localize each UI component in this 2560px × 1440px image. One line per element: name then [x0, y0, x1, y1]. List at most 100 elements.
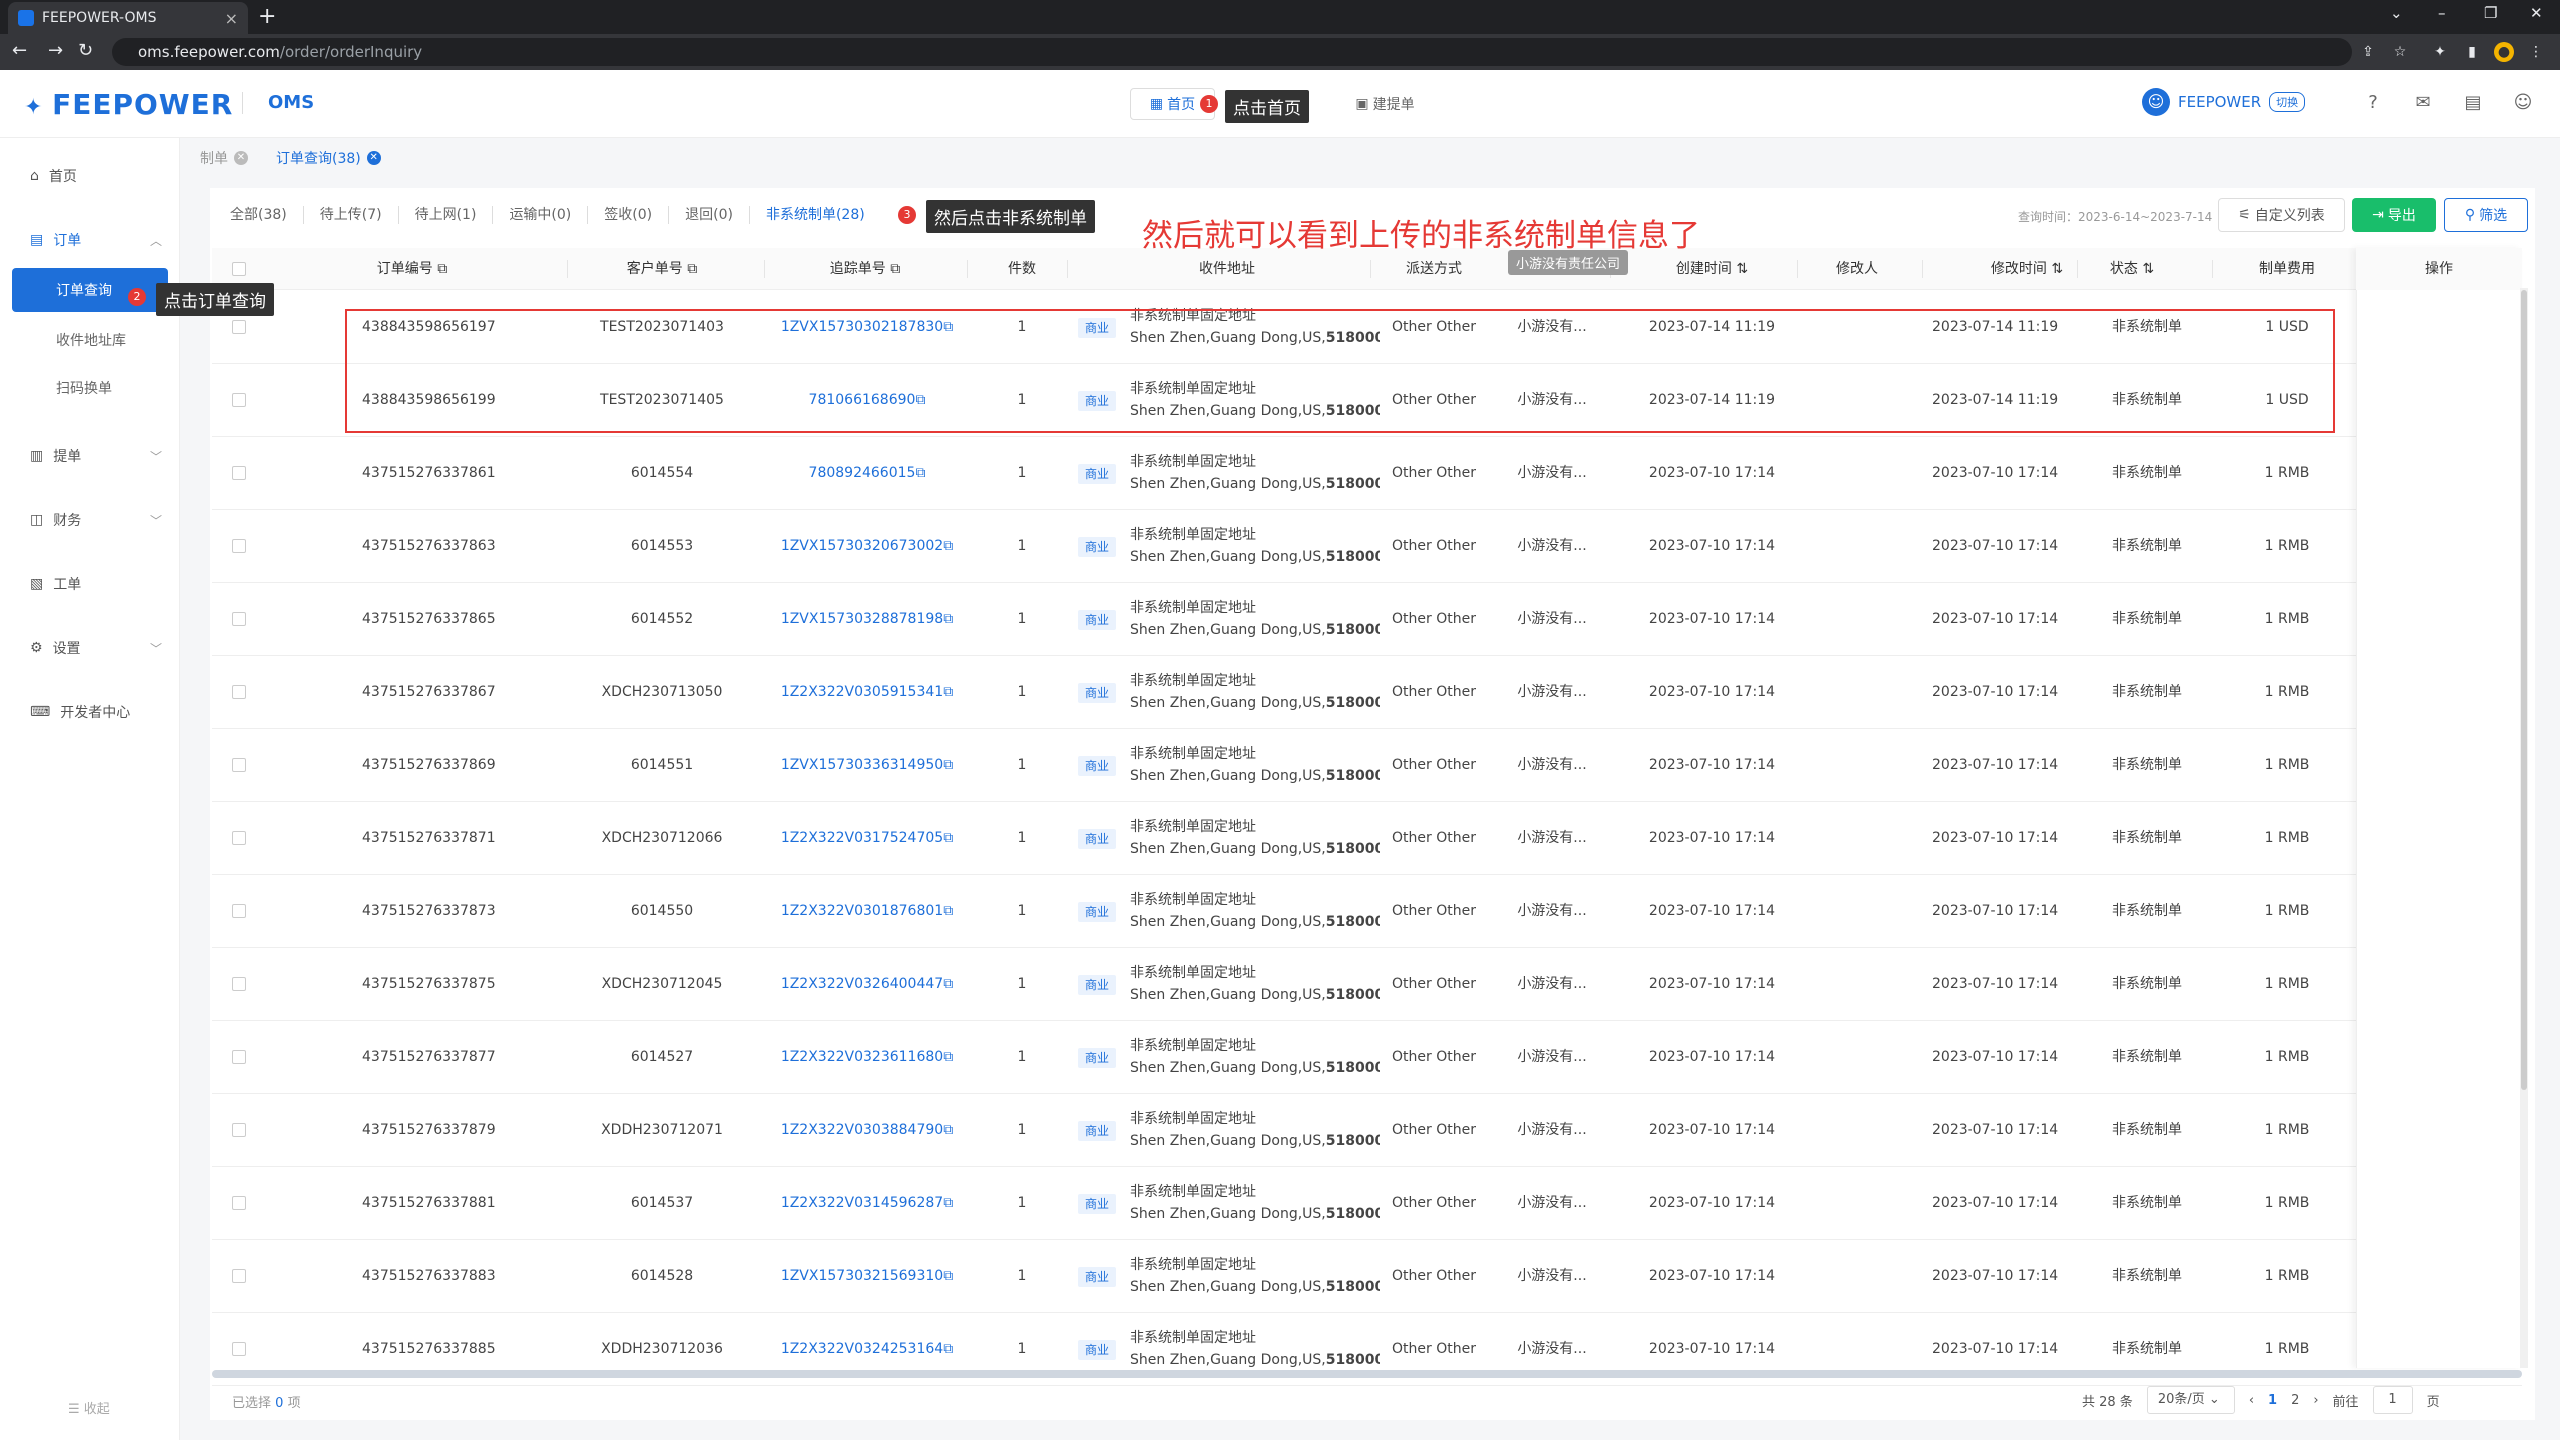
table-row[interactable]: 437515276337863 6014553 1ZVX15730320673002…	[212, 510, 2522, 583]
row-checkbox[interactable]	[232, 904, 246, 918]
forward-icon[interactable]: →	[48, 40, 63, 61]
minimize-icon[interactable]: –	[2438, 4, 2446, 22]
collapse-sidebar-button[interactable]: ☰ 收起	[68, 1398, 110, 1417]
profile-icon[interactable]: ●	[2494, 42, 2514, 62]
tracking-link[interactable]: 1Z2X322V0323611680⧉	[767, 1021, 967, 1094]
menu-icon[interactable]: ⋮	[2526, 42, 2546, 62]
creator[interactable]: 小游没有...	[1502, 875, 1602, 948]
row-checkbox[interactable]	[232, 685, 246, 699]
tracking-link[interactable]: 1ZVX15730320673002⧉	[767, 510, 967, 583]
row-checkbox[interactable]	[232, 831, 246, 845]
row-checkbox[interactable]	[232, 466, 246, 480]
header-create-bill-tab[interactable]: ▣ 建提单	[1340, 88, 1430, 120]
sidebar-item-workorder[interactable]: ▧ 工单	[0, 564, 180, 604]
breadcrumb-tab-inquiry[interactable]: 订单查询(38) ✕	[276, 148, 381, 168]
sidebar-item-home[interactable]: ⌂ 首页	[0, 156, 180, 196]
creator[interactable]: 小游没有...	[1502, 1240, 1602, 1313]
sidebar-item-settings[interactable]: ⚙ 设置 ﹀	[0, 628, 180, 668]
tracking-link[interactable]: 1Z2X322V0314596287⧉	[767, 1167, 967, 1240]
filter-button[interactable]: ⚲ 筛选	[2444, 198, 2528, 232]
table-row[interactable]: 437515276337861 6014554 780892466015⧉ 1 商业 非系…	[212, 437, 2522, 510]
creator[interactable]: 小游没有...	[1502, 1167, 1602, 1240]
tracking-link[interactable]: 1Z2X322V0303884790⧉	[767, 1094, 967, 1167]
tab-all[interactable]: 全部(38)	[230, 206, 304, 224]
row-checkbox[interactable]	[232, 393, 246, 407]
row-checkbox[interactable]	[232, 612, 246, 626]
sidebar-item-developer[interactable]: ⌨ 开发者中心	[0, 692, 180, 732]
close-tab-icon[interactable]: ×	[225, 9, 238, 28]
row-checkbox[interactable]	[232, 977, 246, 991]
select-all-checkbox[interactable]	[232, 262, 246, 276]
browser-tab[interactable]: FEEPOWER-OMS ×	[8, 2, 248, 34]
new-tab-icon[interactable]: +	[258, 4, 276, 29]
table-row[interactable]: 437515276337883 6014528 1ZVX15730321569310…	[212, 1240, 2522, 1313]
export-button[interactable]: ⇥ 导出	[2352, 198, 2436, 232]
row-checkbox[interactable]	[232, 1050, 246, 1064]
column-header-status[interactable]: 状态 ⇅	[2082, 248, 2182, 290]
creator[interactable]: 小游没有...	[1502, 1021, 1602, 1094]
help-icon[interactable]: ?	[2362, 92, 2384, 114]
table-row[interactable]: 437515276337871 XDCH230712066 1Z2X322V0317…	[212, 802, 2522, 875]
prev-page-icon[interactable]: ‹	[2249, 1393, 2254, 1408]
creator[interactable]: 小游没有...	[1502, 583, 1602, 656]
url-input[interactable]: oms.feepower.com/order/orderInquiry	[112, 38, 2352, 66]
sidebar-item-scan-swap[interactable]: 扫码换单	[12, 366, 168, 410]
tab-pending-upload[interactable]: 待上传(7)	[304, 206, 399, 224]
tab-pending-online[interactable]: 待上网(1)	[399, 206, 494, 224]
sidebar-item-order[interactable]: ▤ 订单 ︿	[0, 220, 180, 260]
creator[interactable]: 小游没有...	[1502, 656, 1602, 729]
switch-button[interactable]: 切换	[2269, 92, 2306, 112]
creator[interactable]: 小游没有...	[1502, 729, 1602, 802]
tracking-link[interactable]: 780892466015⧉	[767, 437, 967, 510]
column-header-customer[interactable]: 客户单号 ⧉	[572, 248, 752, 290]
tracking-link[interactable]: 1Z2X322V0317524705⧉	[767, 802, 967, 875]
extensions-icon[interactable]: ✦	[2430, 42, 2450, 62]
tracking-link[interactable]: 1ZVX15730336314950⧉	[767, 729, 967, 802]
close-icon[interactable]: ✕	[366, 151, 381, 165]
sidepanel-icon[interactable]: ▮	[2462, 42, 2482, 62]
table-row[interactable]: 437515276337873 6014550 1Z2X322V0301876801…	[212, 875, 2522, 948]
next-page-icon[interactable]: ›	[2313, 1393, 2318, 1408]
sidebar-item-address-book[interactable]: 收件地址库	[12, 318, 168, 362]
back-icon[interactable]: ←	[12, 40, 27, 61]
creator[interactable]: 小游没有...	[1502, 1094, 1602, 1167]
chevron-down-icon[interactable]: ⌄	[2390, 4, 2403, 22]
creator[interactable]: 小游没有...	[1502, 802, 1602, 875]
row-checkbox[interactable]	[232, 320, 246, 334]
page-1[interactable]: 1	[2268, 1393, 2277, 1408]
table-row[interactable]: 437515276337865 6014552 1ZVX15730328878198…	[212, 583, 2522, 656]
tracking-link[interactable]: 1ZVX15730321569310⧉	[767, 1240, 967, 1313]
table-row[interactable]: 437515276337877 6014527 1Z2X322V0323611680…	[212, 1021, 2522, 1094]
tab-returned[interactable]: 退回(0)	[669, 206, 750, 224]
row-checkbox[interactable]	[232, 1269, 246, 1283]
creator[interactable]: 小游没有...	[1502, 948, 1602, 1021]
creator[interactable]: 小游没有...	[1502, 510, 1602, 583]
message-icon[interactable]: ✉	[2412, 92, 2434, 114]
column-header-order[interactable]: 订单编号 ⧉	[312, 248, 512, 290]
row-checkbox[interactable]	[232, 1342, 246, 1356]
creator[interactable]: 小游没有...	[1502, 437, 1602, 510]
row-checkbox[interactable]	[232, 1196, 246, 1210]
account-icon[interactable]: ☺	[2512, 92, 2534, 114]
reload-icon[interactable]: ↻	[78, 40, 93, 61]
vertical-scrollbar-thumb[interactable]	[2521, 290, 2527, 1090]
tracking-link[interactable]: 1Z2X322V0305915341⧉	[767, 656, 967, 729]
restore-icon[interactable]: ❐	[2484, 4, 2497, 22]
user-menu[interactable]: ☺ FEEPOWER 切换	[2142, 88, 2306, 116]
tracking-link[interactable]: 1ZVX15730328878198⧉	[767, 583, 967, 656]
breadcrumb-tab-order[interactable]: 制单 ✕	[200, 148, 248, 168]
table-row[interactable]: 437515276337875 XDCH230712045 1Z2X322V0326…	[212, 948, 2522, 1021]
row-checkbox[interactable]	[232, 539, 246, 553]
sidebar-item-order-inquiry[interactable]: 订单查询	[12, 268, 168, 312]
column-header-tracking[interactable]: 追踪单号 ⧉	[770, 248, 960, 290]
tab-signed[interactable]: 签收(0)	[588, 206, 670, 224]
share-icon[interactable]: ⇪	[2358, 42, 2378, 62]
table-row[interactable]: 437515276337881 6014537 1Z2X322V0314596287…	[212, 1167, 2522, 1240]
table-row[interactable]: 437515276337879 XDDH230712071 1Z2X322V0303…	[212, 1094, 2522, 1167]
page-2[interactable]: 2	[2291, 1393, 2299, 1408]
tracking-link[interactable]: 1Z2X322V0301876801⧉	[767, 875, 967, 948]
custom-columns-button[interactable]: ⚟ 自定义列表	[2218, 198, 2345, 232]
row-checkbox[interactable]	[232, 758, 246, 772]
close-icon[interactable]: ✕	[234, 151, 248, 165]
horizontal-scrollbar[interactable]	[212, 1370, 2522, 1378]
